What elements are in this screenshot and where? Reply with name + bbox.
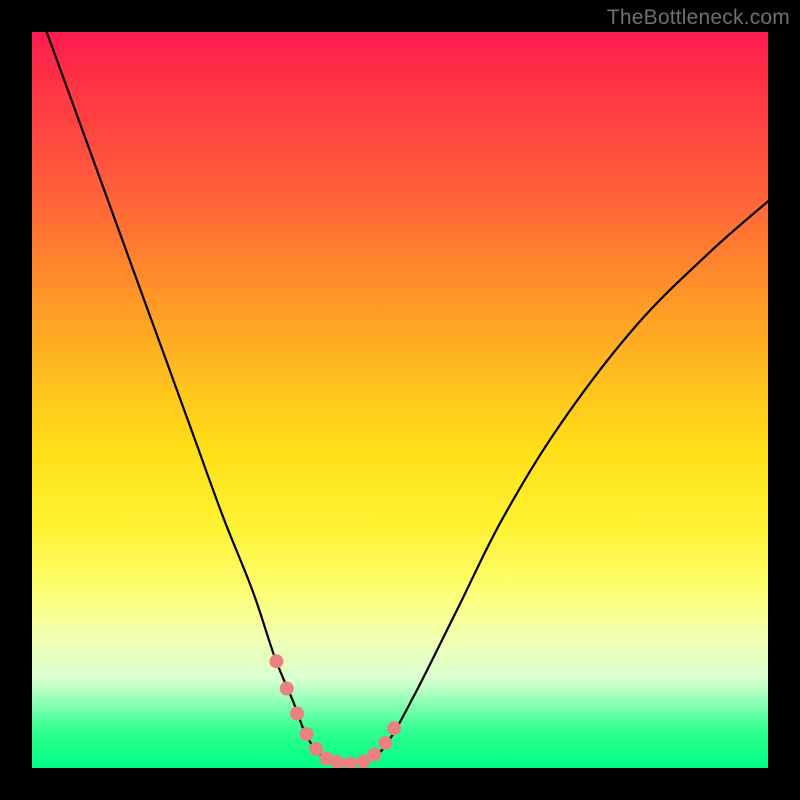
curve-marker <box>343 757 357 768</box>
watermark-text: TheBottleneck.com <box>607 6 790 30</box>
curve-marker <box>367 748 381 762</box>
curve-marker <box>300 727 314 741</box>
curve-marker <box>290 707 304 721</box>
plot-area <box>32 32 768 768</box>
curve-marker <box>378 736 392 750</box>
chart-svg <box>32 32 768 768</box>
curve-marker <box>269 654 283 668</box>
bottleneck-curve <box>47 32 768 764</box>
curve-marker <box>309 742 323 756</box>
curve-marker <box>280 682 294 696</box>
curve-marker <box>387 721 401 735</box>
chart-frame: TheBottleneck.com <box>0 0 800 800</box>
